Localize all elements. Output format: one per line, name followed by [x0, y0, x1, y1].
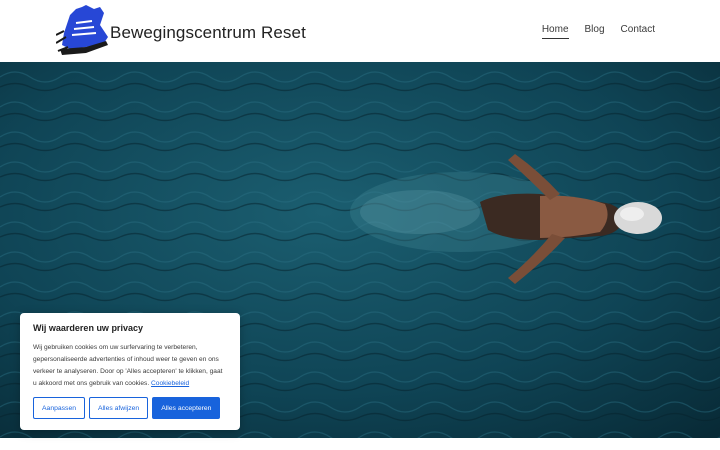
- cookie-description: Wij gebruiken cookies om uw surfervaring…: [33, 344, 223, 387]
- cookie-title: Wij waarderen uw privacy: [33, 323, 143, 333]
- main-nav: Home Blog Contact: [541, 24, 655, 39]
- reject-all-button[interactable]: Alles afwijzen: [89, 397, 149, 419]
- running-shoe-logo-icon[interactable]: [56, 3, 110, 59]
- site-title[interactable]: Bewegingscentrum Reset: [110, 23, 306, 43]
- cookie-text: Wij gebruiken cookies om uw surfervaring…: [33, 342, 227, 390]
- cookie-buttons: Aanpassen Alles afwijzen Alles acceptere…: [33, 397, 221, 419]
- cookie-consent-banner: Wij waarderen uw privacy Wij gebruiken c…: [20, 313, 240, 430]
- accept-all-button[interactable]: Alles accepteren: [152, 397, 221, 419]
- customize-button[interactable]: Aanpassen: [33, 397, 86, 419]
- site-header: Bewegingscentrum Reset Home Blog Contact: [0, 0, 720, 62]
- nav-home-link[interactable]: Home: [541, 24, 569, 39]
- nav-contact-link[interactable]: Contact: [621, 24, 655, 39]
- footer-band: [0, 438, 720, 450]
- nav-blog-link[interactable]: Blog: [585, 24, 605, 39]
- cookie-policy-link[interactable]: Cookiebeleid: [151, 380, 189, 387]
